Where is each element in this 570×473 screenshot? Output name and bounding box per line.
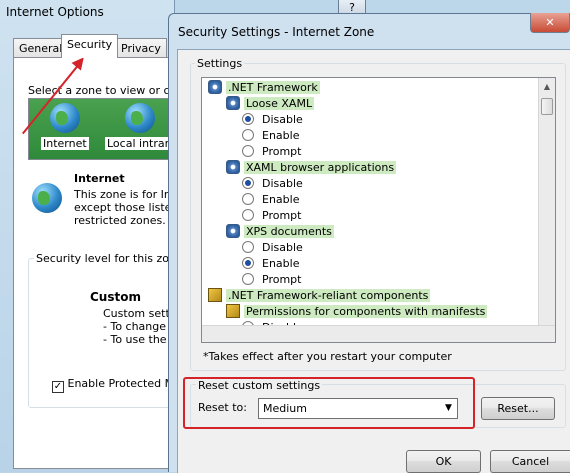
tree-category[interactable]: .NET Framework (208, 80, 320, 95)
settings-icon (226, 224, 240, 238)
protected-mode-label: Enable Protected Mo (67, 377, 181, 390)
scroll-up-arrow-icon[interactable]: ▲ (539, 78, 555, 95)
dialog-title: Security Settings - Internet Zone (178, 25, 375, 39)
zone-list: Internet Local intrane (28, 98, 181, 160)
zone-internet[interactable]: Internet (41, 103, 89, 150)
tree-option[interactable]: Prompt (242, 208, 303, 223)
tree-item-label: Enable (262, 257, 300, 270)
tree-item-label: Permissions for components with manifest… (244, 305, 488, 318)
radio-button[interactable] (242, 129, 254, 141)
ok-button[interactable]: OK (406, 450, 481, 473)
tree-option[interactable]: Enable (242, 128, 301, 143)
radio-button[interactable] (242, 193, 254, 205)
zone-prompt: Select a zone to view or chan (28, 84, 178, 97)
radio-button[interactable] (242, 209, 254, 221)
radio-button[interactable] (242, 241, 254, 253)
radio-button[interactable] (242, 177, 254, 189)
tree-option[interactable]: Enable (242, 256, 301, 271)
tree-item-label: Enable (262, 193, 300, 206)
tree-item-label: Prompt (262, 209, 302, 222)
tree-item-label: XPS documents (244, 225, 334, 238)
tree-item-label: .NET Framework-reliant components (226, 289, 431, 302)
tree-item-label: Disable (262, 113, 303, 126)
security-level-label: Security level for this zone (34, 252, 185, 265)
tree-item-label: Prompt (262, 273, 302, 286)
tree-item-label: XAML browser applications (244, 161, 397, 174)
radio-button[interactable] (242, 273, 254, 285)
settings-tree[interactable]: .NET Framework Loose XAML Disable Enable Pro… (201, 77, 556, 343)
custom-title: Custom (90, 290, 141, 304)
settings-icon (226, 160, 240, 174)
tab-security[interactable]: Security (61, 34, 119, 58)
computer-network-icon (125, 103, 155, 133)
settings-icon (226, 96, 240, 110)
shield-icon (208, 288, 222, 302)
cancel-button[interactable]: Cancel (490, 450, 570, 473)
tree-option[interactable]: Prompt (242, 144, 303, 159)
protected-mode-checkbox[interactable]: ✓ (52, 381, 64, 393)
scrollbar-thumb[interactable] (541, 98, 553, 115)
reset-button[interactable]: Reset... (481, 397, 555, 420)
internet-options-title: Internet Options (6, 5, 104, 19)
internet-zone-icon (32, 183, 62, 213)
tree-group[interactable]: XPS documents (226, 224, 334, 239)
vertical-scrollbar[interactable]: ▲ ▼ (538, 78, 555, 342)
tree-group[interactable]: XAML browser applications (226, 160, 397, 175)
globe-icon (49, 103, 80, 133)
tree-item-label: .NET Framework (226, 81, 320, 94)
close-button[interactable]: ✕ (530, 13, 570, 33)
shield-icon (226, 304, 240, 318)
tree-item-label: Disable (262, 177, 303, 190)
tree-option[interactable]: Disable (242, 176, 305, 191)
radio-button[interactable] (242, 145, 254, 157)
zone-internet-label: Internet (41, 137, 89, 150)
tree-item-label: Disable (262, 241, 303, 254)
tree-item-label: Loose XAML (244, 97, 315, 110)
restart-note: *Takes effect after you restart your com… (203, 350, 452, 363)
tab-privacy[interactable]: Privacy (115, 38, 167, 57)
settings-icon (208, 80, 222, 94)
protected-mode-row[interactable]: ✓ Enable Protected Mo (52, 377, 181, 393)
tree-option[interactable]: Disable (242, 112, 305, 127)
radio-button[interactable] (242, 113, 254, 125)
tree-group[interactable]: Permissions for components with manifest… (226, 304, 488, 319)
tree-category[interactable]: .NET Framework-reliant components (208, 288, 431, 303)
annotation-box (183, 377, 475, 429)
zone-info-title: Internet (74, 172, 125, 185)
tree-group[interactable]: Loose XAML (226, 96, 315, 111)
radio-button[interactable] (242, 257, 254, 269)
tree-option[interactable]: Enable (242, 192, 301, 207)
tree-item-label: Enable (262, 129, 300, 142)
tree-option[interactable]: Disable (242, 240, 305, 255)
tree-item-label: Prompt (262, 145, 302, 158)
horizontal-scrollbar[interactable] (202, 325, 555, 342)
settings-label: Settings (195, 57, 245, 70)
tree-option[interactable]: Prompt (242, 272, 303, 287)
